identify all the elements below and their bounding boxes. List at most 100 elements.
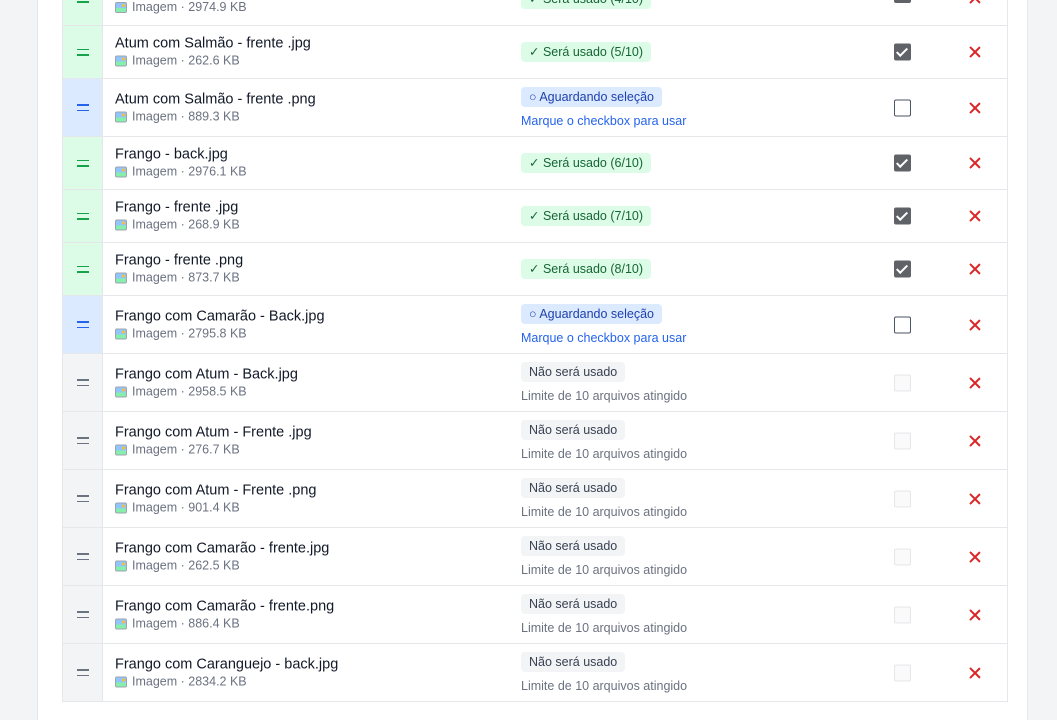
drag-handle-icon [76, 159, 89, 167]
file-info: Frango - frente .png Imagem · 873.7 KB [115, 252, 505, 287]
status-badge: ✓ Será usado (6/10) [521, 153, 652, 173]
status-hint: Limite de 10 arquivos atingido [521, 562, 688, 577]
file-name: Frango com Camarão - Back.jpg [115, 308, 325, 324]
use-checkbox [894, 606, 911, 623]
use-checkbox[interactable] [894, 43, 911, 61]
drag-handle[interactable] [63, 528, 103, 585]
remove-file-icon[interactable] [968, 492, 982, 506]
usage-status: ✓ Será usado (6/10) [521, 153, 821, 173]
usage-status: ✓ Será usado (7/10) [521, 206, 821, 226]
drag-handle[interactable] [63, 296, 103, 353]
drag-handle[interactable] [63, 79, 103, 136]
file-info: Frango com Caranguejo - back.jpg Imagem ·… [115, 655, 505, 690]
file-meta: Imagem · 262.6 KB [115, 53, 505, 70]
file-name: Frango com Caranguejo - back.jpg [115, 656, 339, 672]
remove-file-icon[interactable] [968, 376, 982, 390]
use-checkbox[interactable] [894, 260, 911, 278]
image-icon [115, 272, 127, 284]
file-name: Atum com Salmão - frente .png [115, 91, 316, 107]
status-badge: ✓ Será usado (8/10) [521, 259, 652, 279]
file-row: Atum com Salmão - frente .jpg Imagem · 26… [63, 26, 1007, 79]
drag-handle[interactable] [63, 412, 103, 469]
file-type-size: Imagem · 2974.9 KB [132, 0, 247, 14]
drag-handle[interactable] [63, 644, 103, 701]
file-type-size: Imagem · 2795.8 KB [132, 326, 247, 340]
file-row: Frango - back.jpg Imagem · 2976.1 KB ✓ Ser… [63, 137, 1007, 190]
drag-handle-icon [76, 104, 89, 111]
use-checkbox [894, 490, 911, 507]
status-badge: ✓ Será usado (7/10) [521, 206, 652, 226]
drag-handle[interactable] [63, 470, 103, 527]
file-row: Frango com Atum - Frente .png Imagem · 90… [63, 470, 1007, 528]
use-checkbox[interactable] [894, 154, 911, 172]
file-row: Frango com Camarão - frente.png Imagem · … [63, 586, 1007, 644]
file-type-size: Imagem · 2958.5 KB [132, 384, 247, 398]
status-badge: ○ Aguardando seleção [521, 86, 663, 107]
remove-file-icon[interactable] [968, 156, 982, 170]
file-row: Frango com Camarão - frente.jpg Imagem · … [63, 528, 1007, 586]
file-name: Frango com Atum - Frente .png [115, 482, 317, 498]
drag-handle[interactable] [63, 0, 103, 25]
file-name: Frango - frente .png [115, 252, 244, 269]
drag-handle[interactable] [63, 137, 103, 189]
file-meta: Imagem · 262.5 KB [115, 557, 505, 574]
file-row: Frango com Atum - Frente .jpg Imagem · 27… [63, 412, 1007, 470]
use-checkbox [894, 664, 911, 681]
remove-file-icon[interactable] [968, 262, 982, 276]
image-icon [115, 676, 127, 687]
file-name: Frango com Camarão - frente.jpg [115, 540, 330, 556]
remove-file-icon[interactable] [968, 101, 982, 115]
image-icon [115, 2, 127, 13]
file-row: Frango - frente .png Imagem · 873.7 KB ✓ S… [63, 243, 1007, 296]
remove-file-icon[interactable] [968, 550, 982, 564]
image-icon [115, 166, 127, 178]
file-type-size: Imagem · 276.7 KB [132, 442, 240, 456]
file-info: Frango com Atum - Frente .png Imagem · 90… [115, 481, 505, 516]
use-checkbox[interactable] [894, 316, 911, 333]
drag-handle[interactable] [63, 26, 103, 78]
use-checkbox[interactable] [894, 207, 911, 225]
usage-status: Não será usado Limite de 10 arquivos atin… [521, 593, 821, 636]
remove-file-icon[interactable] [968, 209, 982, 223]
drag-handle[interactable] [63, 354, 103, 411]
remove-file-icon[interactable] [968, 0, 982, 5]
remove-file-icon[interactable] [968, 608, 982, 622]
use-checkbox [894, 548, 911, 565]
drag-handle[interactable] [63, 586, 103, 643]
use-checkbox[interactable] [894, 0, 911, 3]
status-badge: Não será usado [521, 651, 626, 672]
file-name: Atum com Salmão - frente .jpg [115, 35, 311, 52]
image-icon [115, 618, 127, 629]
remove-file-icon[interactable] [968, 318, 982, 332]
use-checkbox[interactable] [894, 99, 911, 116]
image-icon [115, 444, 127, 455]
drag-handle-icon [76, 265, 89, 273]
file-info: Frango com Atum - Back.jpg Imagem · 2958.… [115, 365, 505, 400]
file-info: Frango - frente .jpg Imagem · 268.9 KB [115, 199, 505, 234]
drag-handle[interactable] [63, 243, 103, 295]
status-badge: ○ Aguardando seleção [521, 303, 663, 324]
image-icon [115, 219, 127, 231]
file-info: Frango com Atum - Frente .jpg Imagem · 27… [115, 423, 505, 458]
remove-file-icon[interactable] [968, 434, 982, 448]
remove-file-icon[interactable] [968, 666, 982, 680]
file-type-size: Imagem · 2976.1 KB [132, 164, 247, 179]
file-type-size: Imagem · 873.7 KB [132, 270, 240, 285]
drag-handle-icon [76, 437, 89, 444]
file-info: Atum com Salmão - frente .jpg Imagem · 26… [115, 35, 505, 70]
status-hint: Limite de 10 arquivos atingido [521, 678, 688, 693]
file-meta: Imagem · 873.7 KB [115, 270, 505, 287]
file-meta: Imagem · 2834.2 KB [115, 673, 505, 690]
usage-status: Não será usado Limite de 10 arquivos atin… [521, 651, 821, 694]
usage-status: ○ Aguardando seleção Marque o checkbox pa… [521, 86, 821, 129]
file-meta: Imagem · 268.9 KB [115, 217, 505, 234]
file-type-size: Imagem · 262.5 KB [132, 558, 240, 572]
drag-handle-icon [76, 321, 89, 328]
drag-handle[interactable] [63, 190, 103, 242]
remove-file-icon[interactable] [968, 45, 982, 59]
usage-status: Não será usado Limite de 10 arquivos atin… [521, 477, 821, 520]
usage-status: ✓ Será usado (5/10) [521, 42, 821, 62]
file-list: Imagem · 2974.9 KB ✓ Será usado (4/10) Atu… [62, 0, 1008, 702]
image-icon [115, 386, 127, 397]
status-hint: Limite de 10 arquivos atingido [521, 388, 688, 403]
